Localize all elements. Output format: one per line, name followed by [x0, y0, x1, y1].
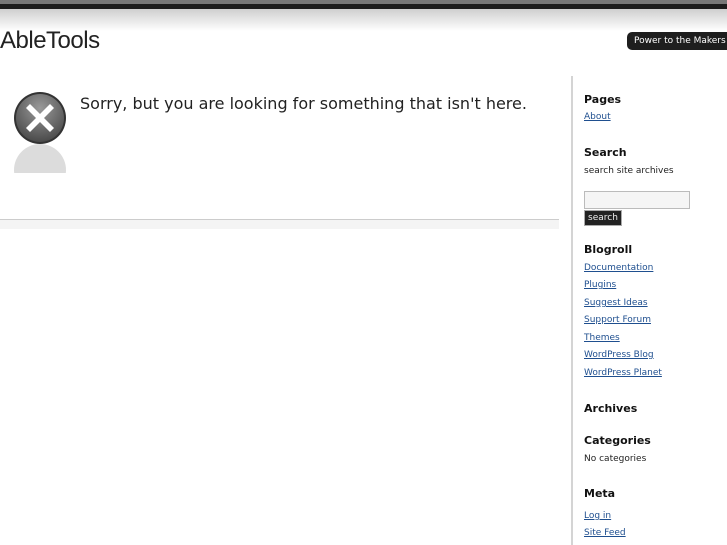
site-feed-link[interactable]: Site Feed: [584, 528, 626, 538]
blogroll-link[interactable]: Plugins: [584, 280, 616, 290]
sidebar: Pages About Search search site archives …: [571, 76, 727, 545]
blogroll-heading: Blogroll: [584, 243, 633, 256]
blogroll-link[interactable]: Suggest Ideas: [584, 298, 648, 308]
page-link-about[interactable]: About: [584, 112, 611, 122]
blogroll-link[interactable]: Themes: [584, 333, 620, 343]
search-label: search site archives: [584, 166, 674, 176]
blogroll-link[interactable]: Documentation: [584, 263, 653, 273]
pages-heading: Pages: [584, 93, 622, 106]
content-divider: [0, 219, 559, 229]
blogroll-link[interactable]: WordPress Planet: [584, 368, 662, 378]
header-gradient: [0, 9, 727, 31]
tagline-bubble: Power to the Makers!: [627, 32, 727, 50]
login-link[interactable]: Log in: [584, 511, 611, 521]
blogroll-link[interactable]: WordPress Blog: [584, 350, 654, 360]
not-found-message: Sorry, but you are looking for something…: [80, 94, 527, 113]
error-icon-reflection: [14, 144, 66, 173]
categories-text: No categories: [584, 454, 647, 464]
blogroll-link[interactable]: Support Forum: [584, 315, 651, 325]
site-title[interactable]: AbleTools: [0, 27, 100, 55]
search-input[interactable]: [584, 191, 690, 209]
search-button[interactable]: search: [584, 210, 622, 226]
archives-heading: Archives: [584, 402, 638, 415]
search-heading: Search: [584, 146, 627, 159]
error-x-icon: [14, 92, 66, 144]
meta-heading: Meta: [584, 487, 616, 500]
categories-heading: Categories: [584, 434, 651, 447]
